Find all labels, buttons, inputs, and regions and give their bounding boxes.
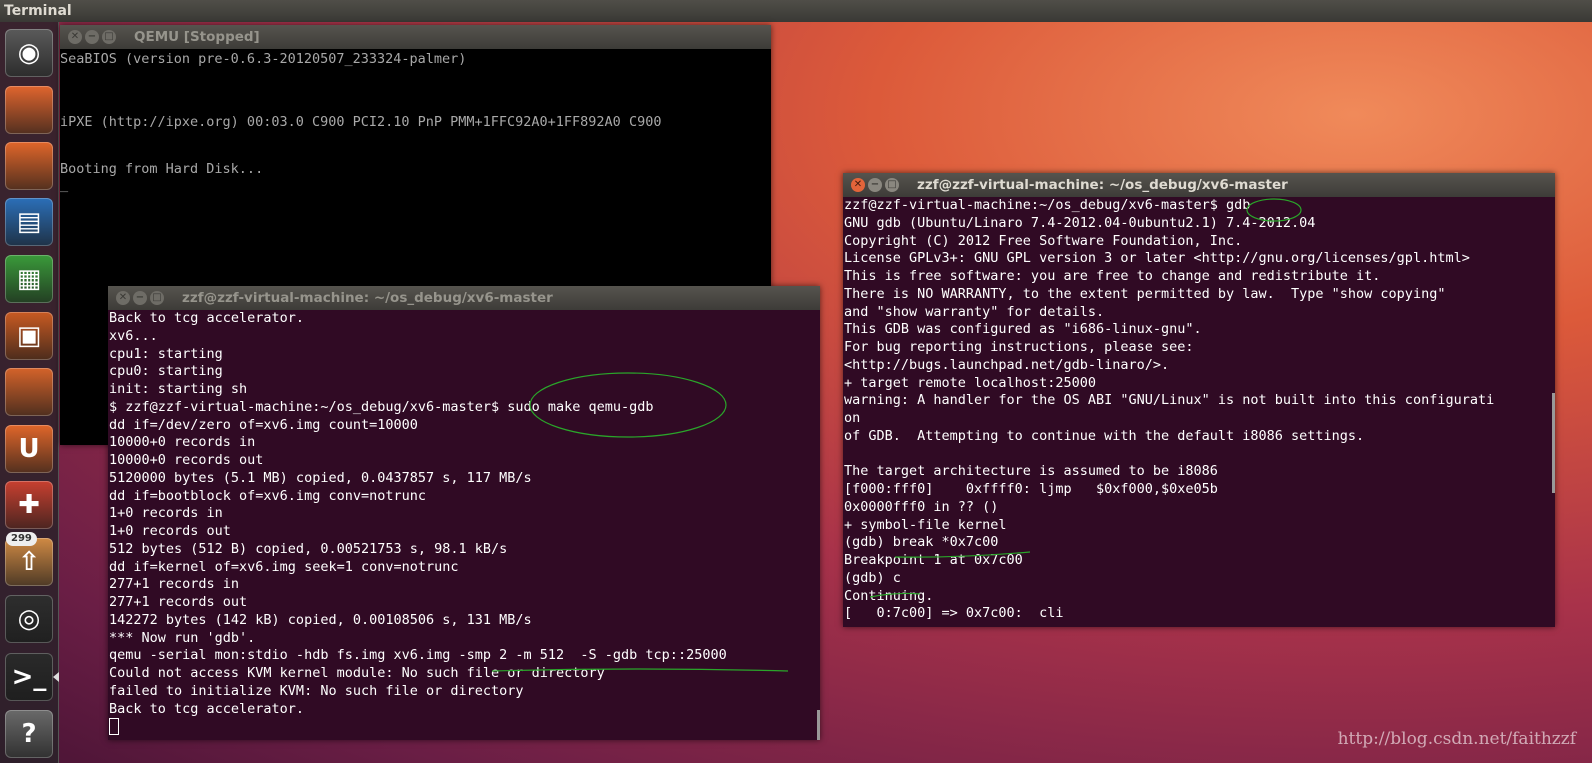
window-title: QEMU [Stopped] [134,29,260,45]
terminal-line: of GDB. Attempting to continue with the … [844,427,1365,444]
terminal-line: dd if=bootblock of=xv6.img conv=notrunc [109,487,426,504]
maximize-icon[interactable]: □ [885,178,899,192]
terminal-line: Could not access KVM kernel module: No s… [109,665,605,681]
boot-line: Booting from Hard Disk... [60,161,264,177]
terminal-line: 0x0000fff0 in ?? () [844,498,999,515]
active-app-title: Terminal [4,3,72,19]
terminal-line: 142272 bytes (142 kB) copied, 0.00108506… [109,611,532,628]
terminal-line: + target remote localhost:25000 [844,374,1096,391]
terminal-line: zzf@zzf-virtual-machine:~/os_debug/xv6-m… [844,197,1251,213]
terminal-line: For bug reporting instructions, please s… [844,339,1194,355]
cursor: _ [60,177,69,193]
close-icon[interactable]: ✕ [851,178,865,192]
scrollbar[interactable] [1552,393,1555,493]
window-title: zzf@zzf-virtual-machine: ~/os_debug/xv6-… [917,177,1288,193]
firefox-icon[interactable] [5,142,53,190]
update-count-badge: 299 [6,532,37,546]
terminal-line: The target architecture is assumed to be… [844,463,1218,480]
help-icon[interactable]: ? [5,710,53,758]
terminal-line: (gdb) c [844,569,901,586]
terminal-line: $ zzf@zzf-virtual-machine:~/os_debug/xv6… [109,398,654,415]
terminal-line: GNU gdb (Ubuntu/Linaro 7.4-2012.04-0ubun… [844,214,1316,231]
terminal-line: This is free software: you are free to c… [844,268,1381,284]
terminal-output[interactable]: zzf@zzf-virtual-machine:~/os_debug/xv6-m… [843,197,1555,627]
terminal-line: 512 bytes (512 B) copied, 0.00521753 s, … [109,540,508,557]
terminal-line: + symbol-file kernel [844,516,1007,533]
bios-line: SeaBIOS (version pre-0.6.3-20120507_2333… [60,51,467,67]
scrollbar[interactable] [817,710,820,740]
terminal-line [109,718,820,736]
terminal-icon[interactable]: >_ [5,653,59,701]
launcher: ◉ ▤ ▦ ▣ U ✚ ⇧ 299 ◎ >_? [0,22,59,763]
terminal-line: 1+0 records in [109,505,223,522]
minimize-icon[interactable]: − [133,291,147,305]
qemu-titlebar[interactable]: ✕ − □ QEMU [Stopped] [60,25,771,49]
terminal-line: cpu1: starting [109,345,223,362]
terminal-line: *** Now run 'gdb'. [109,629,256,646]
terminal-line: <http://bugs.launchpad.net/gdb-linaro/>. [844,356,1170,373]
terminal-line: 10000+0 records out [109,452,264,468]
terminal-titlebar[interactable]: ✕ − □ zzf@zzf-virtual-machine: ~/os_debu… [843,173,1555,197]
terminal-line: Continuing. [844,587,934,604]
terminal-line: init: starting sh [109,381,248,397]
terminal-line: 10000+0 records in [109,434,256,451]
terminal-line: 277+1 records out [109,594,248,610]
minimize-icon[interactable]: − [85,30,99,44]
terminal-line: qemu -serial mon:stdio -hdb fs.img xv6.i… [109,647,727,664]
top-panel: Terminal [0,0,1592,22]
disk-icon[interactable]: ◎ [5,595,53,643]
ipxe-line: iPXE (http://ipxe.org) 00:03.0 C900 PCI2… [60,114,662,130]
ubuntu-one-icon[interactable]: U [5,425,53,473]
terminal-line: [ 0:7c00] => 0x7c00: cli [844,605,1064,622]
close-icon[interactable]: ✕ [116,291,130,305]
terminal-output[interactable]: Back to tcg accelerator. xv6... cpu1: star… [108,310,820,740]
maximize-icon[interactable]: □ [102,30,116,44]
libreoffice-writer-icon[interactable]: ▤ [5,198,53,246]
terminal-line: cpu0: starting [109,363,223,380]
terminal-line: [f000:fff0] 0xffff0: ljmp $0xf000,$0xe05… [844,481,1218,497]
dash-home-icon[interactable]: ◉ [5,29,53,77]
watermark: http://blog.csdn.net/faithzzf [1337,729,1576,749]
terminal-line: dd if=/dev/zero of=xv6.img count=10000 [109,416,418,433]
software-center-icon[interactable] [5,368,53,416]
terminal-line: Copyright (C) 2012 Free Software Foundat… [844,232,1243,249]
active-indicator [53,672,59,682]
close-icon[interactable]: ✕ [68,30,82,44]
terminal-line: Back to tcg accelerator. [109,310,305,326]
minimize-icon[interactable]: − [868,178,882,192]
maximize-icon[interactable]: □ [150,291,164,305]
terminal-line: dd if=kernel of=xv6.img seek=1 conv=notr… [109,558,459,575]
terminal-line: This GDB was configured as "i686-linux-g… [844,321,1202,338]
terminal-line: 277+1 records in [109,576,240,593]
libreoffice-impress-icon[interactable]: ▣ [5,312,53,360]
terminal-line: Breakpoint 1 at 0x7c00 [844,552,1023,568]
update-manager-icon[interactable]: ⇧ 299 [5,532,53,586]
terminal-line: There is NO WARRANTY, to the extent perm… [844,285,1446,302]
terminal-titlebar[interactable]: ✕ − □ zzf@zzf-virtual-machine: ~/os_debu… [108,286,820,310]
terminal-line: on [844,410,861,426]
terminal-window-gdb[interactable]: ✕ − □ zzf@zzf-virtual-machine: ~/os_debu… [843,173,1555,627]
terminal-line: (gdb) break *0x7c00 [844,534,999,551]
terminal-line: and "show warranty" for details. [844,303,1105,320]
files-folder-icon[interactable] [5,86,53,134]
terminal-line: 1+0 records out [109,523,231,539]
terminal-line: failed to initialize KVM: No such file o… [109,682,524,699]
terminal-cursor [109,718,119,736]
terminal-line: xv6... [109,327,158,344]
window-title: zzf@zzf-virtual-machine: ~/os_debug/xv6-… [182,290,553,306]
terminal-line: Back to tcg accelerator. [109,700,305,717]
terminal-line: warning: A handler for the OS ABI "GNU/L… [844,392,1495,409]
libreoffice-calc-icon[interactable]: ▦ [5,255,53,303]
terminal-window-make[interactable]: ✕ − □ zzf@zzf-virtual-machine: ~/os_debu… [108,286,820,740]
terminal-line: License GPLv3+: GNU GPL version 3 or lat… [844,250,1470,267]
system-settings-icon[interactable]: ✚ [5,481,53,529]
terminal-line: 5120000 bytes (5.1 MB) copied, 0.0437857… [109,469,532,486]
